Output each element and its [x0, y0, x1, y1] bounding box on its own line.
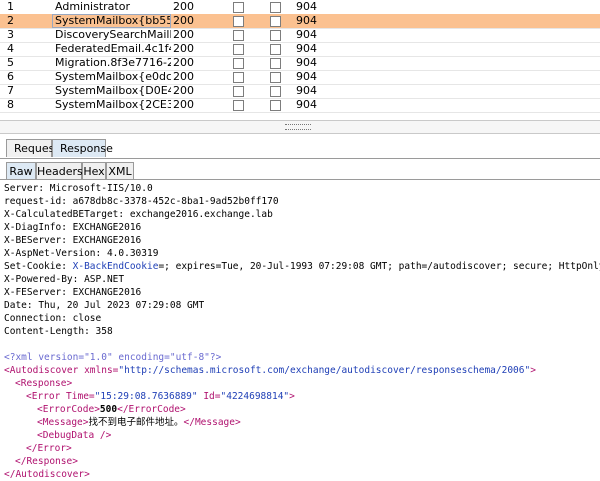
- error-checkbox[interactable]: [233, 86, 244, 97]
- row-length: 904: [296, 56, 317, 69]
- row-payload: SystemMailbox{D0E409A...: [55, 84, 171, 97]
- timeout-checkbox[interactable]: [270, 30, 281, 41]
- xml-error-open: <Error Time="15:29:08.7636889" Id="42246…: [26, 391, 295, 402]
- table-row[interactable]: 3 DiscoverySearchMailbox{... 200 904: [0, 28, 600, 43]
- header-line: Server: Microsoft-IIS/10.0: [4, 183, 153, 194]
- pane-splitter[interactable]: [0, 120, 600, 134]
- header-line: X-FEServer: EXCHANGE2016: [4, 287, 142, 298]
- row-status: 200: [173, 98, 194, 111]
- xml-error-close: </Error>: [26, 443, 72, 454]
- xml-debugdata: <DebugData />: [37, 430, 112, 441]
- splitter-grip-icon[interactable]: [285, 124, 311, 130]
- table-row[interactable]: 1 Administrator 200 904: [0, 0, 600, 15]
- row-status: 200: [173, 56, 194, 69]
- table-row[interactable]: 6 SystemMailbox{e0dc1c29... 200 904: [0, 70, 600, 85]
- row-status: 200: [173, 14, 194, 27]
- results-table: 1 Administrator 200 904 2 SystemMailbox{…: [0, 0, 600, 118]
- row-payload: SystemMailbox{e0dc1c29...: [55, 70, 171, 83]
- header-line: X-BEServer: EXCHANGE2016: [4, 235, 142, 246]
- header-line-set-cookie: Set-Cookie: X-BackEndCookie=; expires=Tu…: [4, 261, 600, 272]
- header-line: Connection: close: [4, 313, 102, 324]
- error-checkbox[interactable]: [233, 58, 244, 69]
- timeout-checkbox[interactable]: [270, 44, 281, 55]
- tab-xml[interactable]: XML: [106, 162, 134, 179]
- timeout-checkbox[interactable]: [270, 2, 281, 13]
- row-length: 904: [296, 98, 317, 111]
- table-row-selected[interactable]: 2 SystemMailbox{bb558c35... 200 904: [0, 14, 600, 29]
- table-row[interactable]: 7 SystemMailbox{D0E409A... 200 904: [0, 84, 600, 99]
- row-length: 904: [296, 42, 317, 55]
- row-number: 8: [7, 98, 14, 111]
- error-checkbox[interactable]: [233, 44, 244, 55]
- xml-response-close: </Response>: [15, 456, 78, 467]
- row-length: 904: [296, 28, 317, 41]
- timeout-checkbox[interactable]: [270, 72, 281, 83]
- row-length: 904: [296, 0, 317, 13]
- row-number: 6: [7, 70, 14, 83]
- row-payload: Migration.8f3e7716-2011-4...: [55, 56, 171, 69]
- tab-headers[interactable]: Headers: [36, 162, 83, 179]
- row-payload: Administrator: [55, 0, 130, 13]
- timeout-checkbox[interactable]: [270, 100, 281, 111]
- timeout-checkbox[interactable]: [270, 16, 281, 27]
- row-number: 2: [7, 14, 14, 27]
- xml-message: <Message>找不到电子邮件地址。</Message>: [37, 417, 241, 428]
- view-tabs: Raw Headers Hex XML: [0, 160, 600, 180]
- xml-errorcode: <ErrorCode>500</ErrorCode>: [37, 404, 186, 415]
- xml-declaration: <?xml version="1.0" encoding="utf-8"?>: [4, 352, 222, 363]
- tab-raw[interactable]: Raw: [6, 162, 36, 179]
- row-status: 200: [173, 70, 194, 83]
- row-status: 200: [173, 28, 194, 41]
- header-line: X-AspNet-Version: 4.0.30319: [4, 248, 159, 259]
- response-body[interactable]: Server: Microsoft-IIS/10.0 request-id: a…: [0, 181, 600, 480]
- header-line: Date: Thu, 20 Jul 2023 07:29:08 GMT: [4, 300, 205, 311]
- header-line: X-Powered-By: ASP.NET: [4, 274, 125, 285]
- row-status: 200: [173, 84, 194, 97]
- row-length: 904: [296, 84, 317, 97]
- row-status: 200: [173, 42, 194, 55]
- header-line: X-DiagInfo: EXCHANGE2016: [4, 222, 142, 233]
- row-length: 904: [296, 70, 317, 83]
- tab-hex[interactable]: Hex: [82, 162, 106, 179]
- error-checkbox[interactable]: [233, 100, 244, 111]
- table-row[interactable]: 5 Migration.8f3e7716-2011-4... 200 904: [0, 56, 600, 71]
- message-tabs: Request Response: [0, 139, 600, 159]
- timeout-checkbox[interactable]: [270, 58, 281, 69]
- row-payload: SystemMailbox{2CE3440...: [55, 98, 171, 111]
- row-length: 904: [296, 14, 317, 27]
- header-line: X-CalculatedBETarget: exchange2016.excha…: [4, 209, 273, 220]
- xml-response-open: <Response>: [15, 378, 73, 389]
- xml-root-close: </Autodiscover>: [4, 469, 90, 480]
- row-number: 4: [7, 42, 14, 55]
- error-checkbox[interactable]: [233, 72, 244, 83]
- row-payload: FederatedEmail.4c1f4d8b-...: [55, 42, 171, 55]
- timeout-checkbox[interactable]: [270, 86, 281, 97]
- row-payload: SystemMailbox{bb558c35...: [52, 14, 171, 28]
- xml-root-open: <Autodiscover xmlns="http://schemas.micr…: [4, 365, 536, 376]
- row-number: 5: [7, 56, 14, 69]
- row-number: 1: [7, 0, 14, 13]
- error-checkbox[interactable]: [233, 2, 244, 13]
- row-status: 200: [173, 0, 194, 13]
- row-number: 7: [7, 84, 14, 97]
- header-line: Content-Length: 358: [4, 326, 113, 337]
- error-checkbox[interactable]: [233, 16, 244, 27]
- tab-request[interactable]: Request: [6, 139, 59, 157]
- header-line: request-id: a678db8c-3378-452c-8ba1-9ad5…: [4, 196, 279, 207]
- table-row[interactable]: 4 FederatedEmail.4c1f4d8b-... 200 904: [0, 42, 600, 57]
- table-row[interactable]: 8 SystemMailbox{2CE3440... 200 904: [0, 98, 600, 113]
- error-checkbox[interactable]: [233, 30, 244, 41]
- row-number: 3: [7, 28, 14, 41]
- cookie-name: X-BackEndCookie: [72, 261, 159, 272]
- row-payload: DiscoverySearchMailbox{...: [55, 28, 171, 41]
- tab-response[interactable]: Response: [52, 139, 113, 157]
